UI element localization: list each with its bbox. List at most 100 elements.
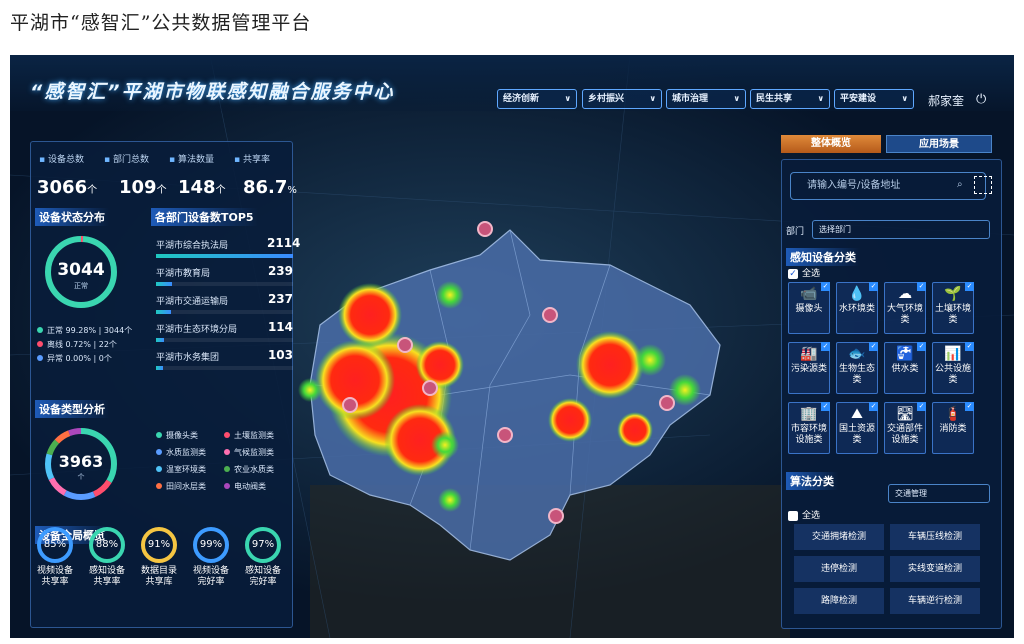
status-title: 设备状态分布	[35, 208, 109, 226]
tile-air[interactable]: ✓ ☁ 大气环境类	[884, 282, 926, 334]
chevron-down-icon: ∨	[649, 94, 657, 103]
chevron-down-icon: ∨	[901, 94, 909, 103]
alg-select-all[interactable]: 全选	[788, 508, 820, 521]
tile-ecology[interactable]: ✓ 🐟 生物生态类	[836, 342, 878, 394]
dept-name: 平湖市水务集团	[156, 353, 220, 363]
gauge-sense-share: 88%	[89, 527, 125, 563]
types-legend: 气候监测类	[224, 447, 274, 458]
alg-item[interactable]: 车辆压线检测	[890, 524, 980, 550]
types-sub: 个	[77, 473, 85, 481]
dept-bar	[156, 310, 293, 314]
sense-select-all[interactable]: ✓ 全选	[788, 266, 820, 279]
alg-item[interactable]: 交通拥堵检测	[794, 524, 884, 550]
gauge-catalog: 91%	[141, 527, 177, 563]
dashboard-title: “感智汇”平湖市物联感知融合服务中心	[30, 81, 395, 103]
tile-land[interactable]: ✓ ⛰ 国土资源类	[836, 402, 878, 454]
sense-title: 感知设备分类	[786, 248, 860, 266]
alg-item[interactable]: 违停检测	[794, 556, 884, 582]
types-legend: 农业水质类	[224, 464, 274, 475]
dept-value: 114	[267, 320, 293, 334]
stat-value: 109个	[119, 177, 167, 198]
gauge-label: 感知设备 共享率	[88, 566, 125, 587]
alg-item[interactable]: 路障检测	[794, 588, 884, 614]
types-legend: 电动阀类	[224, 481, 266, 492]
stat-label: 算法数量	[169, 152, 214, 165]
area-select-icon[interactable]	[974, 176, 992, 194]
types-legend: 水质监测类	[156, 447, 206, 458]
gauge-label: 数据目录 共享库	[140, 566, 177, 587]
tile-soil[interactable]: ✓ 🌱 土壤环境类	[932, 282, 974, 334]
types-legend: 土壤监测类	[224, 430, 274, 441]
tile-traffic[interactable]: ✓ 🛣 交通部件 设施类	[884, 402, 926, 454]
nav-label: 乡村振兴	[588, 94, 625, 104]
chevron-down-icon: ∨	[564, 94, 572, 103]
types-legend: 田间水层类	[156, 481, 206, 492]
gauge-video-ok: 99%	[193, 527, 229, 563]
search-icon[interactable]: ⌕	[957, 179, 963, 190]
dept-bar	[156, 366, 293, 370]
nav-label: 平安建设	[840, 94, 877, 104]
types-legend: 摄像头类	[156, 430, 198, 441]
dashboard: “感智汇”平湖市物联感知融合服务中心 经济创新 ∨ 乡村振兴 ∨ 城市治理 ∨ 民生共…	[10, 55, 1014, 638]
nav-rural[interactable]: 乡村振兴 ∨	[582, 89, 662, 109]
alg-select[interactable]: 交通管理	[888, 484, 990, 503]
dept-select[interactable]: 选择部门	[812, 220, 990, 239]
dept-value: 2114	[267, 236, 301, 250]
power-icon[interactable]: ⏻	[976, 92, 986, 107]
dept-value: 103	[267, 348, 293, 362]
dept-name: 平湖市生态环境分局	[156, 325, 238, 335]
gauge-label: 感知设备 完好率	[244, 566, 281, 587]
tab-scenes[interactable]: 应用场景	[886, 135, 992, 153]
page-caption: 平湖市“感智汇”公共数据管理平台	[10, 12, 312, 34]
gauge-sense-ok: 97%	[245, 527, 281, 563]
user-name[interactable]: 郝家奎	[928, 92, 964, 109]
types-total: 3963	[58, 452, 104, 471]
alg-item[interactable]: 实线变道检测	[890, 556, 980, 582]
stat-label: 共享率	[234, 152, 270, 165]
dept-bar	[156, 338, 293, 342]
nav-label: 城市治理	[672, 94, 709, 104]
nav-label: 民生共享	[756, 94, 793, 104]
alg-item[interactable]: 车辆逆行检测	[890, 588, 980, 614]
chevron-down-icon: ∨	[817, 94, 825, 103]
nav-label: 经济创新	[503, 94, 540, 104]
dept-bar	[156, 254, 293, 258]
stat-value: 86.7%	[243, 177, 297, 198]
right-panel: 请输入编号/设备地址 ⌕ 部门 选择部门 感知设备分类 ✓ 全选 ✓ 📹 摄像头 ✓ 💧…	[781, 159, 1002, 629]
gauge-label: 视频设备 完好率	[192, 566, 229, 587]
stat-label: 设备总数	[39, 152, 84, 165]
gauge-video-share: 85%	[37, 527, 73, 563]
dept-value: 239	[267, 264, 293, 278]
top5-title: 各部门设备数TOP5	[151, 208, 258, 226]
stat-value: 3066个	[37, 177, 98, 198]
dept-name: 平湖市交通运输局	[156, 297, 229, 307]
dept-bar	[156, 282, 293, 286]
tile-pollution[interactable]: ✓ 🏭 污染源类	[788, 342, 830, 394]
status-total: 3044	[57, 260, 105, 280]
nav-economy[interactable]: 经济创新 ∨	[497, 89, 577, 109]
tile-fire[interactable]: ✓ 🧯 消防类	[932, 402, 974, 454]
tab-overview[interactable]: 整体概览	[781, 135, 881, 153]
dept-label: 部门	[786, 227, 805, 237]
nav-city[interactable]: 城市治理 ∨	[666, 89, 746, 109]
gauge-label: 视频设备 共享率	[36, 566, 73, 587]
dept-name: 平湖市综合执法局	[156, 241, 229, 251]
status-sub: 正常	[74, 282, 88, 290]
status-legend: 异常 0.00% | 0个	[37, 353, 112, 364]
dept-value: 237	[267, 292, 293, 306]
nav-safety[interactable]: 平安建设 ∨	[834, 89, 914, 109]
dept-name: 平湖市教育局	[156, 269, 211, 279]
nav-livelihood[interactable]: 民生共享 ∨	[750, 89, 830, 109]
tile-city[interactable]: ✓ 🏢 市容环境 设施类	[788, 402, 830, 454]
types-title: 设备类型分析	[35, 400, 109, 418]
tile-supply[interactable]: ✓ 🚰 供水类	[884, 342, 926, 394]
tile-public[interactable]: ✓ 📊 公共设施类	[932, 342, 974, 394]
tile-water[interactable]: ✓ 💧 水环境类	[836, 282, 878, 334]
stat-label: 部门总数	[104, 152, 149, 165]
status-legend: 离线 0.72% | 22个	[37, 339, 117, 350]
stat-value: 148个	[178, 177, 226, 198]
types-legend: 温室环境类	[156, 464, 206, 475]
status-legend: 正常 99.28% | 3044个	[37, 325, 132, 336]
alg-title: 算法分类	[786, 472, 838, 490]
tile-camera[interactable]: ✓ 📹 摄像头	[788, 282, 830, 334]
